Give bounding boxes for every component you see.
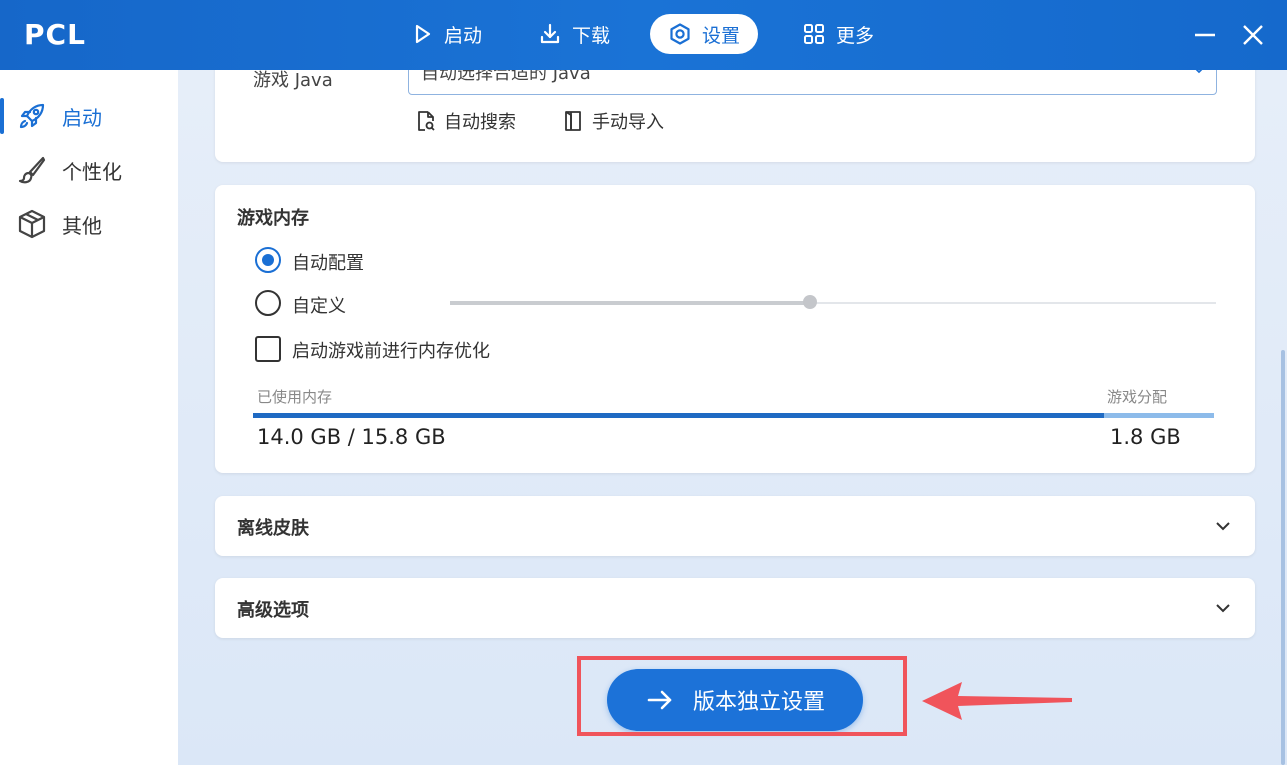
highlight-annotation [577, 656, 907, 736]
allocated-memory-value: 1.8 GB [1110, 425, 1181, 449]
optimize-checkbox[interactable] [255, 336, 281, 362]
sidebar-item-launch[interactable]: 启动 [0, 94, 178, 138]
nav-more[interactable]: 更多 [784, 14, 892, 54]
used-memory-label: 已使用内存 [257, 388, 333, 406]
arrow-annotation-icon [922, 682, 1072, 720]
download-icon [540, 23, 560, 44]
minimize-button[interactable] [1190, 20, 1220, 50]
app-logo: PCL [24, 18, 86, 51]
nav-settings[interactable]: 设置 [650, 14, 759, 54]
rocket-icon [19, 103, 45, 129]
advanced-section[interactable]: 高级选项 [215, 578, 1255, 638]
title-bar: PCL 启动 下载 设置 更多 [0, 0, 1287, 70]
nav-launch-label: 启动 [444, 24, 483, 47]
manual-import-button[interactable]: 手动导入 [562, 108, 664, 134]
gear-icon [670, 23, 690, 45]
close-button[interactable] [1238, 20, 1268, 50]
memory-slider[interactable] [450, 295, 1216, 309]
nav-settings-label: 设置 [702, 24, 741, 47]
java-select[interactable]: 自动选择合适的 Java [408, 70, 1217, 95]
advanced-title: 高级选项 [237, 600, 309, 621]
manual-import-label: 手动导入 [592, 112, 664, 133]
custom-radio[interactable] [255, 290, 281, 316]
file-search-icon [418, 111, 435, 131]
memory-usage-bar [253, 413, 1214, 418]
java-card: 游戏 Java 自动选择合适的 Java 自动搜索 手动导入 [215, 70, 1255, 162]
java-selected-value: 自动选择合适的 Java [421, 70, 591, 84]
allocated-memory-label: 游戏分配 [1107, 388, 1168, 406]
memory-title: 游戏内存 [237, 208, 309, 229]
memory-slider-fill [450, 301, 811, 305]
play-icon [415, 24, 431, 44]
sidebar-item-launch-label: 启动 [62, 105, 102, 130]
minimize-icon [1195, 33, 1215, 37]
nav-download-label: 下载 [572, 24, 611, 47]
chevron-down-icon [1216, 604, 1230, 613]
box-icon [18, 209, 46, 239]
memory-slider-thumb[interactable] [803, 295, 818, 309]
auto-config-label: 自动配置 [292, 253, 364, 274]
brush-icon [18, 156, 46, 184]
offline-skin-title: 离线皮肤 [237, 518, 309, 539]
sidebar-item-personalize[interactable]: 个性化 [0, 148, 178, 192]
active-indicator [0, 98, 4, 134]
java-label: 游戏 Java [253, 70, 333, 91]
used-memory-value: 14.0 GB / 15.8 GB [257, 425, 446, 449]
offline-skin-section[interactable]: 离线皮肤 [215, 496, 1255, 556]
sidebar: 启动 个性化 其他 [0, 70, 178, 765]
close-icon [1243, 25, 1263, 45]
sidebar-item-personalize-label: 个性化 [62, 159, 122, 184]
optimize-label: 启动游戏前进行内存优化 [292, 341, 490, 362]
nav-launch[interactable]: 启动 [392, 14, 500, 54]
chevron-down-icon [1195, 70, 1203, 74]
auto-search-label: 自动搜索 [444, 112, 516, 133]
settings-content[interactable]: 游戏 Java 自动选择合适的 Java 自动搜索 手动导入 游戏内存 自动配置… [178, 70, 1287, 765]
scrollbar[interactable] [1281, 350, 1285, 765]
grid-icon [804, 24, 824, 44]
chevron-down-icon [1216, 522, 1230, 531]
nav-more-label: 更多 [836, 24, 875, 47]
nav-download[interactable]: 下载 [520, 14, 628, 54]
sidebar-item-other-label: 其他 [62, 213, 102, 238]
import-icon [565, 111, 581, 131]
auto-search-button[interactable]: 自动搜索 [414, 108, 516, 134]
custom-label: 自定义 [292, 296, 346, 317]
memory-card: 游戏内存 自动配置 自定义 启动游戏前进行内存优化 已使用内存 游戏分配 14.… [215, 185, 1255, 473]
auto-config-radio[interactable] [255, 247, 281, 273]
memory-used-fill [253, 413, 1105, 418]
sidebar-item-other[interactable]: 其他 [0, 202, 178, 246]
